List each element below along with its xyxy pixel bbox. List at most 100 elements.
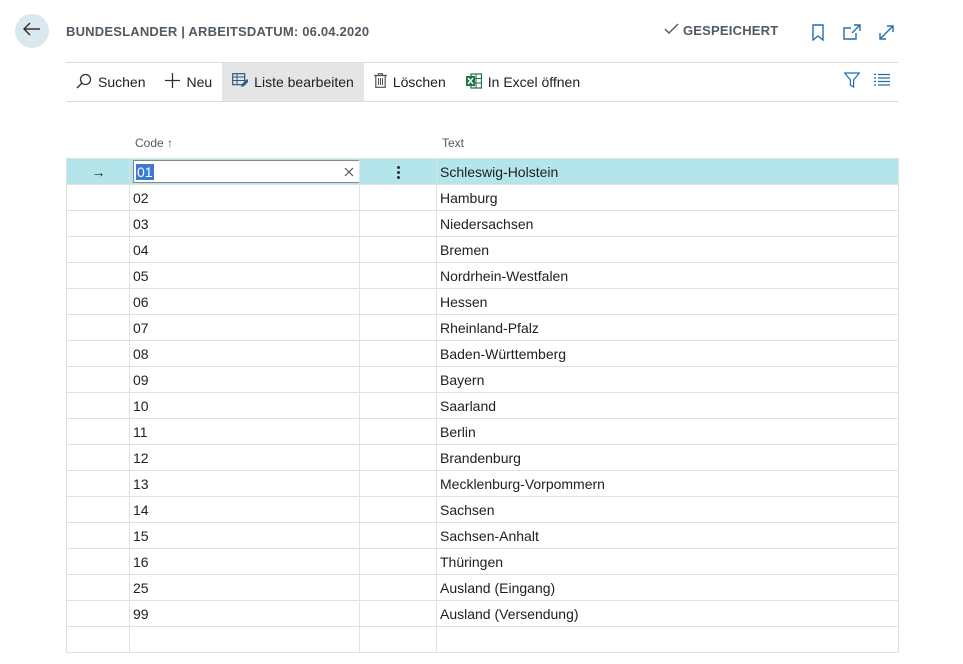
bookmark-icon[interactable] bbox=[808, 21, 828, 43]
excel-label: In Excel öffnen bbox=[487, 74, 581, 90]
code-cell[interactable]: 01 bbox=[129, 158, 360, 185]
table-row[interactable]: 08 Baden-Württemberg bbox=[66, 340, 899, 367]
row-indicator-cell bbox=[66, 262, 130, 289]
row-menu-cell bbox=[359, 366, 437, 393]
text-cell[interactable]: Bayern bbox=[436, 366, 899, 393]
text-value: Sachsen bbox=[440, 501, 495, 518]
code-value: 11 bbox=[133, 423, 148, 440]
code-cell[interactable]: 03 bbox=[129, 210, 360, 237]
code-value: 10 bbox=[133, 397, 149, 414]
table-row[interactable]: 02 Hamburg bbox=[66, 184, 899, 211]
row-indicator-cell bbox=[66, 236, 130, 263]
text-cell[interactable] bbox=[436, 626, 899, 653]
table-row[interactable]: 25 Ausland (Eingang) bbox=[66, 574, 899, 601]
text-cell[interactable]: Mecklenburg-Vorpommern bbox=[436, 470, 899, 497]
code-value: 16 bbox=[133, 553, 149, 570]
edit-list-label: Liste bearbeiten bbox=[254, 74, 354, 90]
code-value: 07 bbox=[133, 319, 149, 336]
table-row[interactable]: 11 Berlin bbox=[66, 418, 899, 445]
text-cell[interactable]: Niedersachsen bbox=[436, 210, 899, 237]
row-actions-icon[interactable] bbox=[397, 166, 400, 180]
code-value: 06 bbox=[133, 293, 149, 310]
row-menu-cell bbox=[359, 548, 437, 575]
text-cell[interactable]: Brandenburg bbox=[436, 444, 899, 471]
back-button[interactable] bbox=[15, 14, 49, 48]
code-value: 04 bbox=[133, 241, 149, 258]
row-indicator-cell bbox=[66, 418, 130, 445]
code-value: 02 bbox=[133, 189, 149, 206]
delete-button[interactable]: Löschen bbox=[364, 63, 456, 101]
code-value: 05 bbox=[133, 267, 149, 284]
code-input[interactable]: 01 bbox=[133, 160, 359, 183]
table-row[interactable]: 12 Brandenburg bbox=[66, 444, 899, 471]
text-cell[interactable]: Rheinland-Pfalz bbox=[436, 314, 899, 341]
table-row[interactable]: 14 Sachsen bbox=[66, 496, 899, 523]
code-cell[interactable]: 15 bbox=[129, 522, 360, 549]
text-cell[interactable]: Nordrhein-Westfalen bbox=[436, 262, 899, 289]
text-cell[interactable]: Ausland (Eingang) bbox=[436, 574, 899, 601]
code-cell[interactable]: 12 bbox=[129, 444, 360, 471]
row-menu-cell bbox=[359, 418, 437, 445]
new-button[interactable]: Neu bbox=[155, 63, 222, 101]
code-cell[interactable]: 02 bbox=[129, 184, 360, 211]
column-header-code[interactable]: Code ↑ bbox=[135, 136, 173, 150]
table-row[interactable]: 13 Mecklenburg-Vorpommern bbox=[66, 470, 899, 497]
table-row[interactable]: 05 Nordrhein-Westfalen bbox=[66, 262, 899, 289]
code-cell[interactable]: 14 bbox=[129, 496, 360, 523]
text-cell[interactable]: Sachsen bbox=[436, 496, 899, 523]
code-cell[interactable]: 25 bbox=[129, 574, 360, 601]
edit-list-icon bbox=[232, 73, 250, 91]
open-new-window-icon[interactable] bbox=[842, 21, 862, 43]
table-row[interactable] bbox=[66, 626, 899, 653]
text-cell[interactable]: Saarland bbox=[436, 392, 899, 419]
text-cell[interactable]: Ausland (Versendung) bbox=[436, 600, 899, 627]
code-cell[interactable]: 08 bbox=[129, 340, 360, 367]
search-icon bbox=[76, 73, 92, 92]
row-menu-cell[interactable] bbox=[359, 158, 437, 185]
row-menu-cell bbox=[359, 340, 437, 367]
search-button[interactable]: Suchen bbox=[66, 63, 155, 101]
table-row[interactable]: 10 Saarland bbox=[66, 392, 899, 419]
code-cell[interactable]: 16 bbox=[129, 548, 360, 575]
table-row[interactable]: 07 Rheinland-Pfalz bbox=[66, 314, 899, 341]
row-menu-cell bbox=[359, 496, 437, 523]
text-cell[interactable]: Bremen bbox=[436, 236, 899, 263]
text-cell[interactable]: Schleswig-Holstein bbox=[436, 158, 899, 185]
code-cell[interactable]: 11 bbox=[129, 418, 360, 445]
text-cell[interactable]: Baden-Württemberg bbox=[436, 340, 899, 367]
table-row[interactable]: 09 Bayern bbox=[66, 366, 899, 393]
code-cell[interactable]: 06 bbox=[129, 288, 360, 315]
code-cell[interactable]: 99 bbox=[129, 600, 360, 627]
table-row[interactable]: → 01 Schleswig-Holstein bbox=[66, 158, 899, 185]
text-cell[interactable]: Thüringen bbox=[436, 548, 899, 575]
clear-icon[interactable] bbox=[344, 164, 354, 180]
text-value: Hessen bbox=[440, 293, 488, 310]
edit-list-button[interactable]: Liste bearbeiten bbox=[222, 63, 364, 101]
code-cell[interactable]: 09 bbox=[129, 366, 360, 393]
code-cell[interactable]: 10 bbox=[129, 392, 360, 419]
current-row-arrow-icon: → bbox=[91, 163, 106, 180]
column-header-text[interactable]: Text bbox=[442, 136, 464, 150]
table-row[interactable]: 06 Hessen bbox=[66, 288, 899, 315]
list-view-icon[interactable] bbox=[874, 73, 890, 91]
table-row[interactable]: 16 Thüringen bbox=[66, 548, 899, 575]
row-indicator-cell bbox=[66, 288, 130, 315]
code-cell[interactable]: 07 bbox=[129, 314, 360, 341]
code-cell[interactable] bbox=[129, 626, 360, 653]
text-cell[interactable]: Hessen bbox=[436, 288, 899, 315]
table-row[interactable]: 04 Bremen bbox=[66, 236, 899, 263]
code-cell[interactable]: 04 bbox=[129, 236, 360, 263]
table-row[interactable]: 03 Niedersachsen bbox=[66, 210, 899, 237]
open-in-excel-button[interactable]: In Excel öffnen bbox=[456, 63, 590, 101]
table-row[interactable]: 15 Sachsen-Anhalt bbox=[66, 522, 899, 549]
row-indicator-cell bbox=[66, 444, 130, 471]
code-cell[interactable]: 13 bbox=[129, 470, 360, 497]
checkmark-icon bbox=[664, 23, 680, 38]
text-cell[interactable]: Hamburg bbox=[436, 184, 899, 211]
filter-icon[interactable] bbox=[843, 71, 861, 93]
text-cell[interactable]: Sachsen-Anhalt bbox=[436, 522, 899, 549]
code-cell[interactable]: 05 bbox=[129, 262, 360, 289]
text-cell[interactable]: Berlin bbox=[436, 418, 899, 445]
table-row[interactable]: 99 Ausland (Versendung) bbox=[66, 600, 899, 627]
expand-icon[interactable] bbox=[876, 21, 896, 43]
